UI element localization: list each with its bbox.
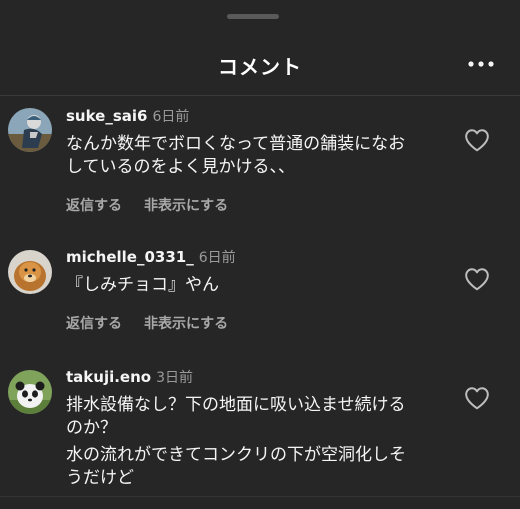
avatar[interactable]	[8, 108, 52, 152]
bottom-divider	[0, 496, 520, 497]
reply-button[interactable]: 返信する	[66, 198, 122, 214]
like-button[interactable]	[464, 386, 490, 410]
sheet-drag-handle[interactable]	[227, 14, 279, 19]
hide-button[interactable]: 非表示にする	[144, 198, 228, 214]
comment-text-line: のか？	[66, 418, 117, 438]
header-divider	[0, 95, 520, 96]
comment-username[interactable]: michelle_0331_	[66, 248, 194, 266]
comment-body: takuji.eno 3日前 排水設備なし？下の地面に吸い込ませ続ける のか？ 水の…	[66, 367, 446, 490]
comment-actions: 返信する 非表示にする	[66, 195, 446, 215]
heart-outline-icon	[465, 268, 489, 291]
more-horizontal-icon	[468, 61, 494, 67]
comment-text-line: 水の流れができてコンクリの下が空洞化しそ	[66, 445, 406, 465]
comment-text-line: 『しみチョコ』やん	[66, 275, 219, 295]
comment-timestamp: 6日前	[198, 250, 236, 266]
comment-text: 『しみチョコ』やん	[66, 274, 446, 297]
page-title: コメント	[218, 55, 302, 79]
reply-button[interactable]: 返信する	[66, 316, 122, 332]
more-options-button[interactable]	[464, 52, 498, 76]
comment-timestamp: 3日前	[156, 370, 194, 386]
comment-username[interactable]: suke_sai6	[66, 107, 147, 125]
comments-sheet: コメント suke_sai6 6日前 なんか数年でボロくなって普通の舗装になお …	[0, 0, 520, 509]
comment-text-line: なんか数年でボロくなって普通の舗装になお	[66, 134, 406, 154]
like-button[interactable]	[464, 128, 490, 152]
comment-text-line: 排水設備なし？下の地面に吸い込ませ続ける	[66, 395, 406, 415]
heart-outline-icon	[465, 129, 489, 152]
dog-avatar-icon	[8, 250, 52, 294]
avatar[interactable]	[8, 250, 52, 294]
comments-header: コメント	[0, 40, 520, 94]
comment-body: michelle_0331_ 6日前 『しみチョコ』やん 返信する 非表示にする	[66, 247, 446, 333]
comment-text: 排水設備なし？下の地面に吸い込ませ続ける のか？ 水の流れができてコンクリの下が空…	[66, 394, 446, 490]
heart-outline-icon	[465, 387, 489, 410]
comment-timestamp: 6日前	[152, 109, 190, 125]
avatar[interactable]	[8, 370, 52, 414]
comment-text: なんか数年でボロくなって普通の舗装になお しているのをよく見かける、、	[66, 133, 446, 179]
hide-button[interactable]: 非表示にする	[144, 316, 228, 332]
like-button[interactable]	[464, 267, 490, 291]
comment-username[interactable]: takuji.eno	[66, 368, 151, 386]
panda-avatar-icon	[8, 370, 52, 414]
comment-actions: 返信する 非表示にする	[66, 313, 446, 333]
comment-text-line: うだけど	[66, 468, 134, 488]
comment-text-line: しているのをよく見かける、、	[66, 157, 295, 177]
cyclist-avatar-icon	[8, 108, 52, 152]
comment-body: suke_sai6 6日前 なんか数年でボロくなって普通の舗装になお しているのをよ…	[66, 106, 446, 215]
